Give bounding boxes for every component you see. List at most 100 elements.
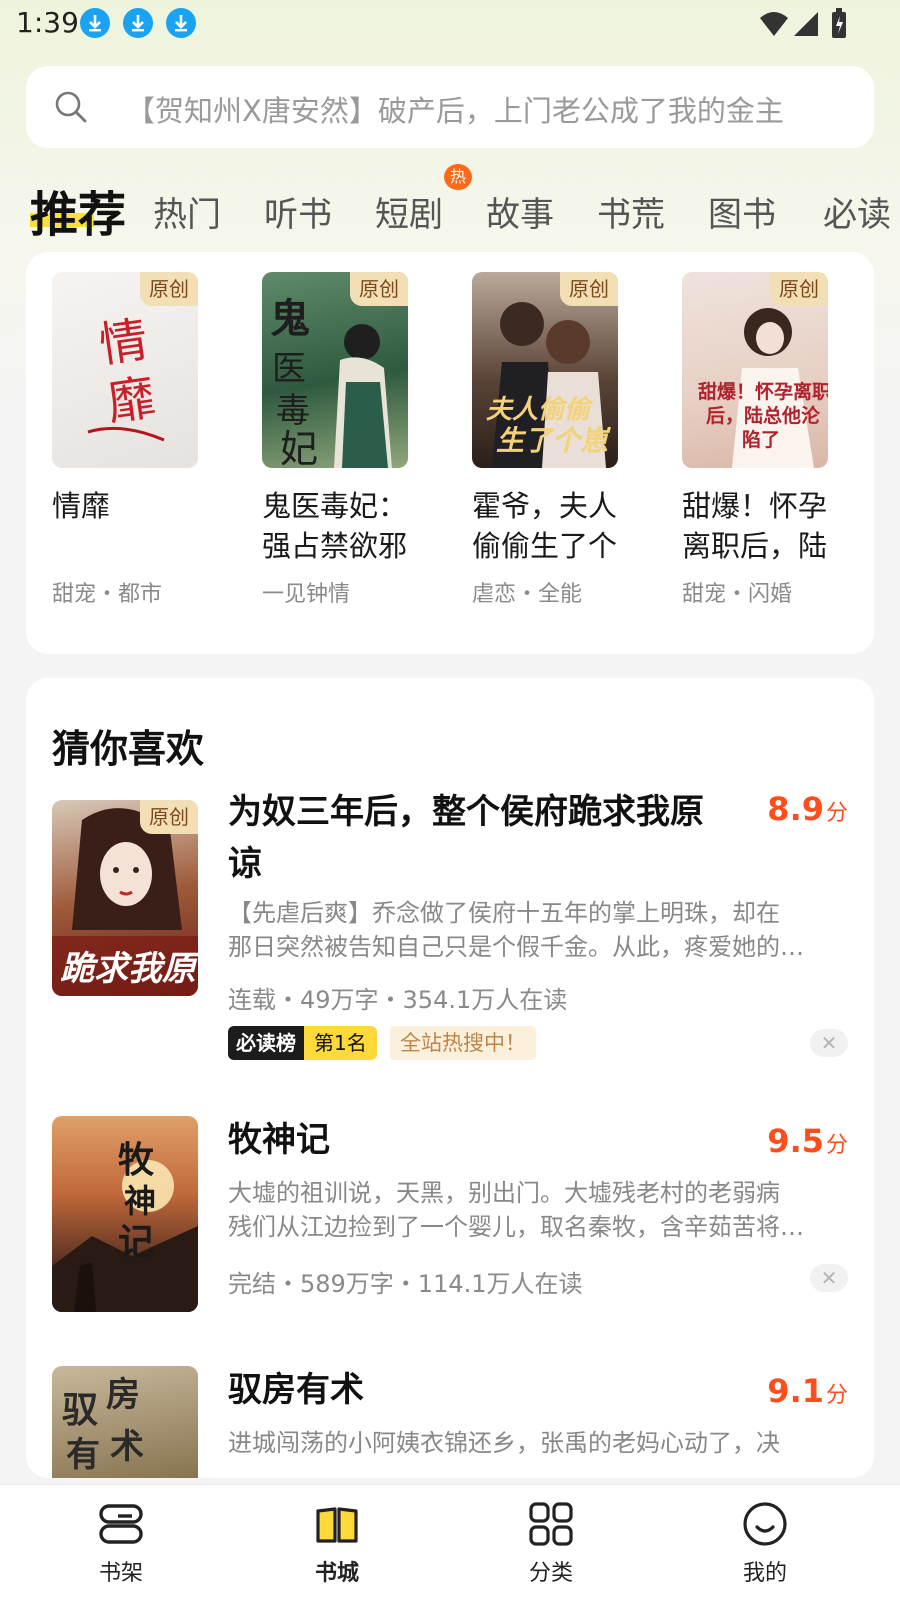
tab-recommend[interactable]: 推荐 — [30, 175, 126, 245]
desc-line: 【先虐后爽】乔念做了侯府十五年的掌上明珠，却在 — [228, 899, 780, 927]
nav-label: 分类 — [528, 1561, 573, 1586]
tab-must-read[interactable]: 必读 — [823, 187, 891, 236]
original-badge: 原创 — [140, 800, 198, 834]
tab-stories[interactable]: 故事 — [486, 187, 554, 236]
book-cover[interactable]: 牧 神 记 — [52, 1116, 198, 1312]
nav-label: 书城 — [314, 1561, 359, 1586]
book-score: 9.5分 — [767, 1122, 848, 1160]
nav-label: 书架 — [98, 1561, 143, 1586]
tab-book-shortage[interactable]: 书荒 — [597, 187, 665, 236]
book-tags: 虐恋・全能 — [472, 582, 583, 607]
svg-text:毒: 毒 — [276, 391, 310, 431]
svg-text:房: 房 — [106, 1375, 140, 1415]
book-tags: 一见钟情 — [262, 582, 351, 607]
desc-line: 残们从江边捡到了一个婴儿，取名秦牧，含辛茹苦将… — [228, 1213, 804, 1241]
bottom-navigation: 书架 书城 分类 我的 — [0, 1484, 900, 1600]
rank-label: 必读榜 — [228, 1026, 304, 1060]
rank-badge[interactable]: 必读榜 第1名 — [228, 1026, 377, 1060]
score-value: 9.1 — [767, 1372, 824, 1410]
score-value: 8.9 — [767, 790, 824, 828]
book-tags: 甜宠・闪婚 — [682, 582, 793, 607]
book-meta: 完结・589万字・114.1万人在读 — [228, 1270, 583, 1298]
svg-text:生了个崽: 生了个崽 — [496, 424, 611, 457]
download-icon — [123, 8, 153, 38]
original-badge: 原创 — [770, 272, 828, 306]
svg-text:靡: 靡 — [104, 370, 159, 432]
book-title[interactable]: 情靡 — [52, 486, 202, 526]
download-icon — [80, 8, 110, 38]
score-unit: 分 — [825, 1133, 848, 1158]
book-cover[interactable]: 情 靡 原创 — [52, 272, 198, 468]
book-cover[interactable]: 夫人偷偷 生了个崽 原创 — [472, 272, 618, 468]
book-title[interactable]: 为奴三年后，整个侯府跪求我原 谅 — [228, 786, 738, 890]
nav-bookshelf[interactable]: 书架 — [46, 1485, 196, 1600]
desc-line: 大墟的祖训说，天黑，别出门。大墟残老村的老弱病 — [228, 1179, 780, 1207]
dismiss-button[interactable]: ✕ — [810, 1264, 848, 1292]
book-tags: 甜宠・都市 — [52, 582, 163, 607]
svg-text:妃: 妃 — [280, 427, 318, 468]
book-title-line: 霍爷，夫人 — [472, 489, 618, 523]
section-title: 猜你喜欢 — [52, 727, 205, 771]
book-score: 9.1分 — [767, 1372, 848, 1410]
desc-line: 进城闯荡的小阿姨衣锦还乡，张禹的老妈心动了，决 — [228, 1429, 780, 1457]
guess-you-like-card: 猜你喜欢 跪求我原谅 原创 为奴三年后，整个侯府跪求我原 谅 8.9分 【先虐后… — [26, 678, 874, 1478]
recommend-card: 情 靡 原创 情靡 甜宠・都市 鬼 医 毒 妃 原创 鬼医毒妃： 强占禁欲邪 一… — [26, 252, 874, 654]
hot-search-tag: 全站热搜中！ — [390, 1026, 536, 1060]
book-title-line: 为奴三年后，整个侯府跪求我原 — [228, 792, 704, 832]
book-title[interactable]: 鬼医毒妃： 强占禁欲邪 — [262, 486, 412, 566]
svg-text:陷了: 陷了 — [742, 428, 780, 451]
dismiss-button[interactable]: ✕ — [810, 1029, 848, 1057]
tab-audiobook[interactable]: 听书 — [264, 187, 332, 236]
book-title-line: 偷偷生了个 — [472, 529, 618, 563]
book-title-line: 甜爆！怀孕 — [682, 489, 828, 523]
svg-text:夫人偷偷: 夫人偷偷 — [486, 395, 594, 425]
book-description[interactable]: 进城闯荡的小阿姨衣锦还乡，张禹的老妈心动了，决 — [228, 1426, 836, 1460]
svg-text:鬼: 鬼 — [270, 296, 310, 342]
bookstore-icon — [316, 1507, 358, 1543]
bookshelf-icon — [99, 1504, 143, 1544]
score-unit: 分 — [825, 1383, 848, 1408]
book-cover[interactable]: 跪求我原谅 原创 — [52, 800, 198, 996]
signal-battery-icon — [760, 8, 846, 38]
book-description[interactable]: 大墟的祖训说，天黑，别出门。大墟残老村的老弱病 残们从江边捡到了一个婴儿，取名秦… — [228, 1176, 836, 1244]
book-title-line: 谅 — [228, 844, 262, 884]
status-time: 1:39 — [16, 6, 79, 39]
svg-text:后，陆总他沦: 后，陆总他沦 — [706, 404, 821, 427]
svg-text:跪求我原谅: 跪求我原谅 — [60, 949, 198, 989]
score-unit: 分 — [825, 801, 848, 826]
book-title[interactable]: 驭房有术 — [228, 1364, 738, 1416]
book-score: 8.9分 — [767, 790, 848, 828]
svg-text:术: 术 — [110, 1427, 144, 1467]
svg-text:牧: 牧 — [118, 1140, 155, 1181]
svg-text:驭: 驭 — [62, 1390, 98, 1431]
book-title[interactable]: 霍爷，夫人 偷偷生了个 — [472, 486, 622, 566]
nav-bookstore[interactable]: 书城 — [262, 1485, 412, 1600]
svg-text:情: 情 — [96, 312, 151, 374]
tab-books[interactable]: 图书 — [708, 187, 776, 236]
book-description[interactable]: 【先虐后爽】乔念做了侯府十五年的掌上明珠，却在 那日突然被告知自己只是个假千金。… — [228, 896, 836, 964]
hot-badge: 热 — [444, 164, 472, 190]
book-title-line: 强占禁欲邪 — [262, 529, 408, 563]
book-title[interactable]: 甜爆！怀孕 离职后，陆 — [682, 486, 832, 566]
search-icon — [55, 91, 87, 123]
tab-hot[interactable]: 热门 — [153, 187, 221, 236]
book-cover[interactable]: 鬼 医 毒 妃 原创 — [262, 272, 408, 468]
download-icon — [166, 8, 196, 38]
nav-category[interactable]: 分类 — [476, 1485, 626, 1600]
book-title-line: 鬼医毒妃： — [262, 489, 408, 523]
original-badge: 原创 — [140, 272, 198, 306]
svg-text:医: 医 — [272, 349, 306, 389]
svg-text:记: 记 — [118, 1222, 154, 1263]
svg-text:甜爆！怀孕离职: 甜爆！怀孕离职 — [698, 380, 828, 403]
nav-profile[interactable]: 我的 — [690, 1485, 840, 1600]
tab-short-drama[interactable]: 短剧 — [375, 187, 443, 236]
original-badge: 原创 — [560, 272, 618, 306]
svg-text:神: 神 — [124, 1182, 156, 1220]
svg-text:有: 有 — [66, 1435, 100, 1475]
book-title[interactable]: 牧神记 — [228, 1114, 738, 1166]
book-cover[interactable]: 驭 房 有 术 — [52, 1366, 198, 1478]
book-cover[interactable]: 甜爆！怀孕离职 后，陆总他沦 陷了 原创 — [682, 272, 828, 468]
score-value: 9.5 — [767, 1122, 824, 1160]
original-badge: 原创 — [350, 272, 408, 306]
search-bar[interactable]: 【贺知州X唐安然】破产后，上门老公成了我的金主 — [26, 66, 874, 148]
